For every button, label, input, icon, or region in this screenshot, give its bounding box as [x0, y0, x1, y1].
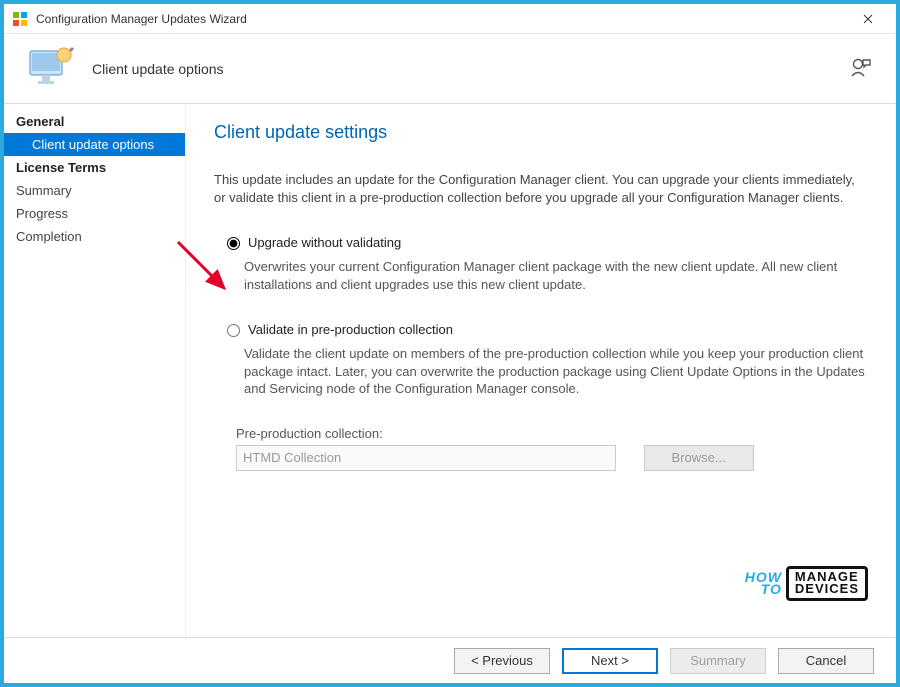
browse-button: Browse... — [644, 445, 754, 471]
radio-upgrade-without-validating-input[interactable] — [227, 237, 240, 250]
option2-label: Validate in pre-production collection — [248, 322, 453, 337]
radio-upgrade-without-validating[interactable]: Upgrade without validating — [222, 234, 868, 250]
main-area: General Client update options License Te… — [4, 104, 896, 637]
header-strip: Client update options — [4, 34, 896, 104]
header-title: Client update options — [92, 61, 850, 77]
collection-field-label: Pre-production collection: — [236, 426, 868, 441]
feedback-icon[interactable] — [850, 56, 872, 81]
watermark-logo: HOW TO MANAGE DEVICES — [745, 566, 868, 601]
option2-description: Validate the client update on members of… — [244, 345, 868, 398]
close-button[interactable] — [848, 5, 888, 33]
wizard-sidebar: General Client update options License Te… — [4, 104, 186, 637]
next-button[interactable]: Next > — [562, 648, 658, 674]
option1-label: Upgrade without validating — [248, 235, 401, 250]
radio-validate-preprod-input[interactable] — [227, 324, 240, 337]
watermark-how: HOW — [745, 571, 782, 584]
sidebar-item-license-terms[interactable]: License Terms — [4, 156, 185, 179]
sidebar-item-client-update-options[interactable]: Client update options — [4, 133, 185, 156]
titlebar: Configuration Manager Updates Wizard — [4, 4, 896, 34]
sidebar-item-completion[interactable]: Completion — [4, 225, 185, 248]
option-upgrade-without-validating: Upgrade without validating Overwrites yo… — [222, 234, 868, 293]
sidebar-item-general[interactable]: General — [4, 110, 185, 133]
summary-button: Summary — [670, 648, 766, 674]
preprod-collection-field: Pre-production collection: Browse... — [236, 426, 868, 471]
radio-validate-preprod[interactable]: Validate in pre-production collection — [222, 321, 868, 337]
sidebar-item-summary[interactable]: Summary — [4, 179, 185, 202]
previous-button[interactable]: < Previous — [454, 648, 550, 674]
intro-text: This update includes an update for the C… — [214, 171, 868, 206]
option1-description: Overwrites your current Configuration Ma… — [244, 258, 868, 293]
window-title: Configuration Manager Updates Wizard — [36, 12, 848, 26]
watermark-manage: MANAGE — [795, 571, 859, 583]
wizard-window: Configuration Manager Updates Wizard Cli… — [0, 0, 900, 687]
collection-input — [236, 445, 616, 471]
content-panel: Client update settings This update inclu… — [186, 104, 896, 637]
footer-buttons: < Previous Next > Summary Cancel — [4, 637, 896, 683]
sidebar-item-progress[interactable]: Progress — [4, 202, 185, 225]
watermark-devices: DEVICES — [795, 583, 859, 595]
app-icon — [12, 11, 28, 27]
content-heading: Client update settings — [214, 122, 868, 143]
watermark-to: TO — [761, 583, 782, 596]
option-validate-preprod: Validate in pre-production collection Va… — [222, 321, 868, 398]
monitor-icon — [28, 45, 74, 92]
cancel-button[interactable]: Cancel — [778, 648, 874, 674]
